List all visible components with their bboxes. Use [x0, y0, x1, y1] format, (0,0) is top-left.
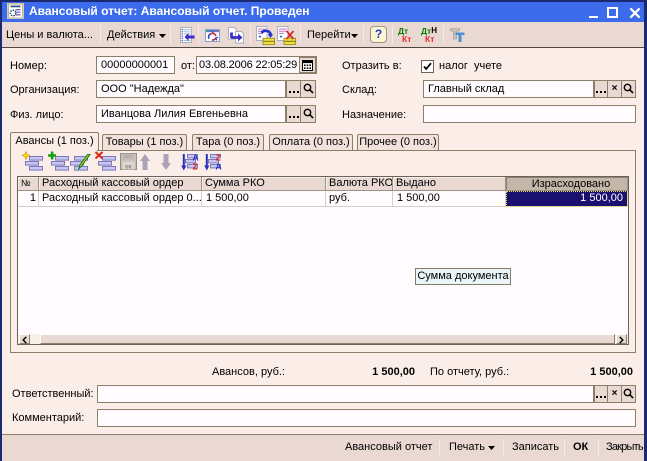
svg-text:A: A [216, 162, 222, 172]
svg-text:Z: Z [193, 162, 198, 172]
svg-text:ок: ок [125, 165, 132, 171]
